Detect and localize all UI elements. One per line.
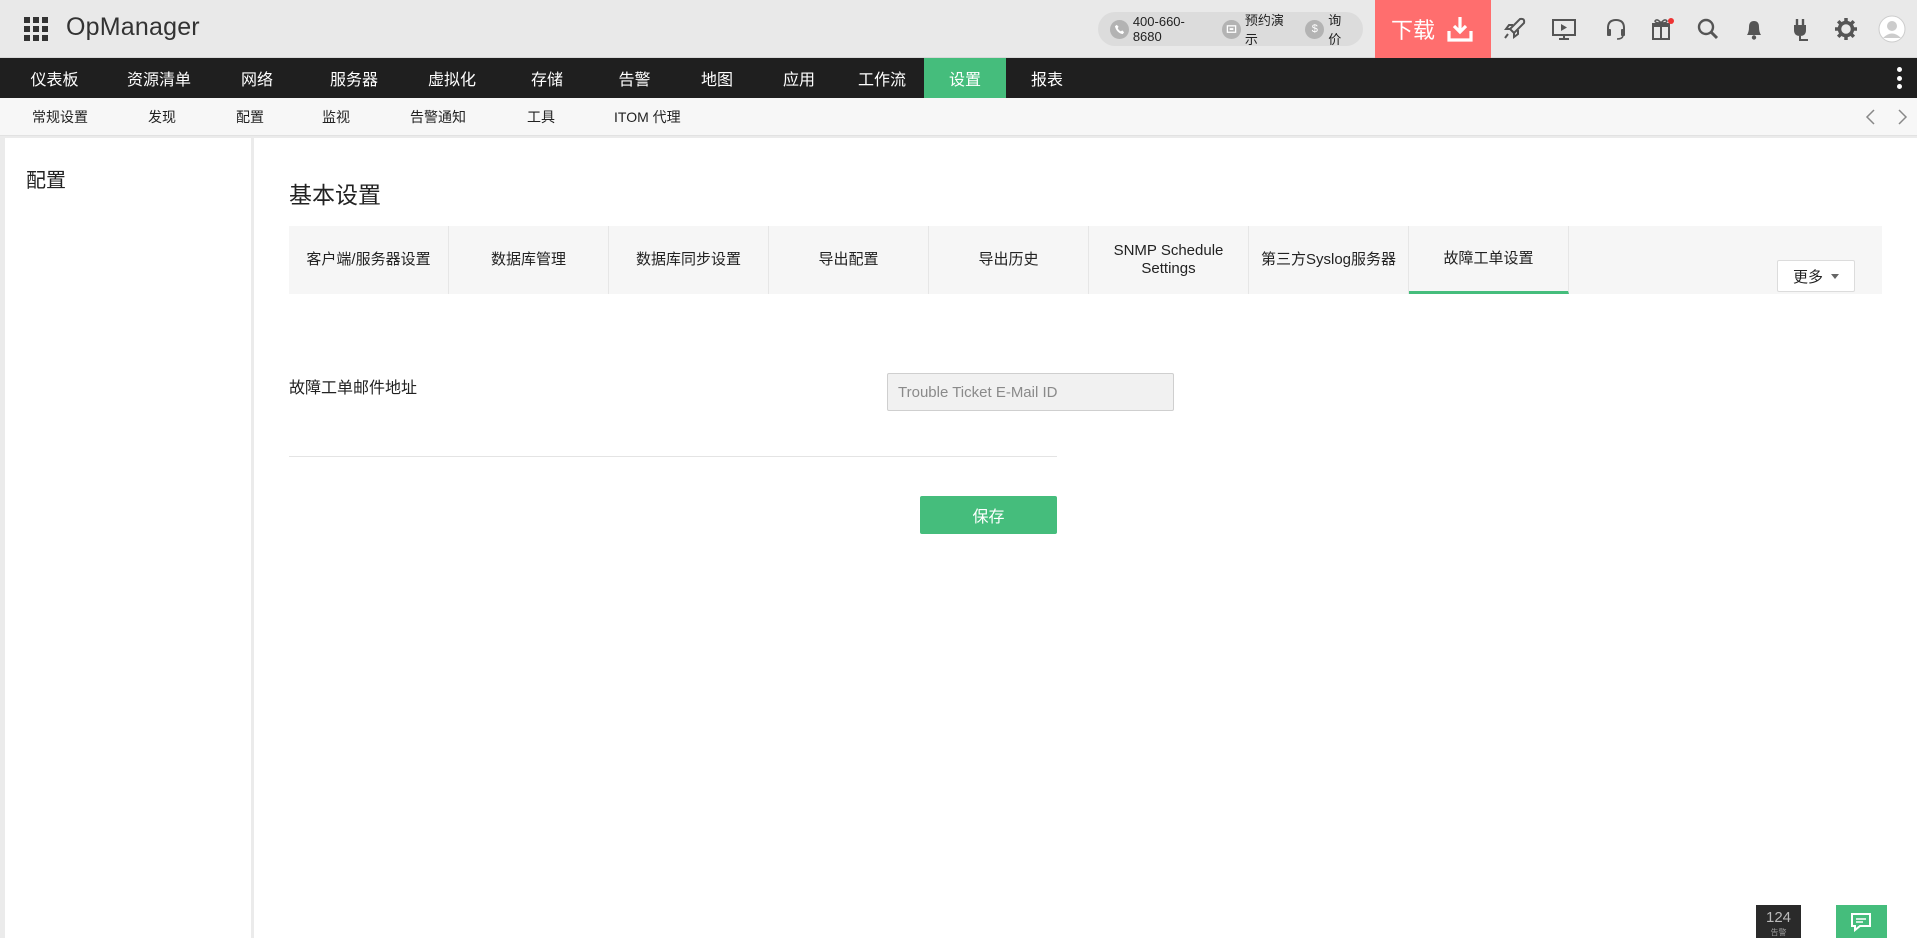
nav-dashboard[interactable]: 仪表板 bbox=[0, 58, 109, 98]
phone-number: 400-660-8680 bbox=[1132, 14, 1185, 44]
tab-snmp-schedule[interactable]: SNMP Schedule Settings bbox=[1089, 226, 1249, 294]
settings-tabs: 客户端/服务器设置 数据库管理 数据库同步设置 导出配置 导出历史 SNMP S… bbox=[289, 226, 1882, 294]
nav-settings[interactable]: 设置 bbox=[924, 58, 1006, 98]
form-divider bbox=[289, 456, 1057, 457]
price-label: 询价 bbox=[1328, 13, 1342, 47]
nav-network[interactable]: 网络 bbox=[209, 58, 305, 98]
subnav-discovery[interactable]: 发现 bbox=[148, 98, 176, 136]
main-navigation: 仪表板 资源清单 网络 服务器 虚拟化 存储 告警 地图 应用 工作流 设置 报… bbox=[0, 58, 1917, 98]
download-icon bbox=[1445, 14, 1475, 44]
user-avatar-icon[interactable] bbox=[1876, 13, 1908, 45]
trouble-ticket-email-label: 故障工单邮件地址 bbox=[289, 380, 418, 397]
tab-database-sync[interactable]: 数据库同步设置 bbox=[609, 226, 769, 294]
side-panel: 配置 bbox=[5, 138, 251, 938]
page-title: 基本设置 bbox=[289, 182, 381, 208]
subnav-monitoring[interactable]: 监视 bbox=[322, 98, 350, 136]
more-label: 更多 bbox=[1792, 268, 1823, 286]
nav-maps[interactable]: 地图 bbox=[676, 58, 758, 98]
nav-virtualization[interactable]: 虚拟化 bbox=[403, 58, 501, 98]
subnav-itom-agent[interactable]: ITOM 代理 bbox=[614, 98, 681, 136]
download-label: 下载 bbox=[1390, 18, 1435, 43]
tab-syslog-servers[interactable]: 第三方Syslog服务器 bbox=[1249, 226, 1409, 294]
demo-icon bbox=[1222, 19, 1241, 39]
demo-link[interactable]: 预约演示 bbox=[1222, 10, 1296, 48]
side-panel-title: 配置 bbox=[26, 170, 66, 192]
subnav-tools[interactable]: 工具 bbox=[527, 98, 555, 136]
gear-icon[interactable] bbox=[1830, 13, 1862, 45]
more-tabs-dropdown[interactable]: 更多 bbox=[1777, 260, 1855, 292]
nav-apps[interactable]: 应用 bbox=[758, 58, 840, 98]
tab-client-server-settings[interactable]: 客户端/服务器设置 bbox=[289, 226, 449, 294]
caret-down-icon bbox=[1831, 273, 1839, 279]
content-panel: 基本设置 客户端/服务器设置 数据库管理 数据库同步设置 导出配置 导出历史 S… bbox=[254, 138, 1917, 938]
tab-export-config[interactable]: 导出配置 bbox=[769, 226, 929, 294]
save-button[interactable]: 保存 bbox=[920, 496, 1057, 534]
search-icon[interactable] bbox=[1692, 13, 1724, 45]
more-vertical-icon[interactable] bbox=[1897, 67, 1903, 89]
chevron-right-icon[interactable] bbox=[1893, 108, 1911, 126]
price-link[interactable]: $ 询价 bbox=[1305, 10, 1354, 48]
brand-logo[interactable]: OpManager bbox=[66, 13, 200, 42]
chevron-left-icon[interactable] bbox=[1862, 108, 1880, 126]
alarm-counter-badge[interactable]: 124 告警 bbox=[1756, 905, 1801, 938]
tab-export-history[interactable]: 导出历史 bbox=[929, 226, 1089, 294]
demo-label: 预约演示 bbox=[1244, 13, 1284, 47]
trouble-ticket-email-input[interactable] bbox=[887, 373, 1174, 411]
phone-link[interactable]: 400-660-8680 bbox=[1110, 14, 1213, 44]
nav-inventory[interactable]: 资源清单 bbox=[109, 58, 209, 98]
presentation-icon[interactable] bbox=[1548, 13, 1580, 45]
tab-trouble-ticket-settings[interactable]: 故障工单设置 bbox=[1409, 226, 1569, 294]
phone-icon bbox=[1110, 19, 1129, 39]
subnav-configuration[interactable]: 配置 bbox=[236, 98, 264, 136]
sub-navigation: 常规设置 发现 配置 监视 告警通知 工具 ITOM 代理 bbox=[0, 98, 1917, 136]
bell-icon[interactable] bbox=[1738, 13, 1770, 45]
nav-workflow[interactable]: 工作流 bbox=[840, 58, 924, 98]
nav-alarms[interactable]: 告警 bbox=[593, 58, 676, 98]
dollar-icon: $ bbox=[1305, 19, 1325, 39]
nav-reports[interactable]: 报表 bbox=[1006, 58, 1088, 98]
chat-button[interactable] bbox=[1836, 905, 1887, 938]
top-header: OpManager 400-660-8680 预约演示 $ 询价 下载 bbox=[0, 0, 1917, 58]
rocket-icon[interactable] bbox=[1498, 13, 1530, 45]
grid-icon[interactable] bbox=[24, 17, 48, 41]
alarm-label: 告警 bbox=[1770, 928, 1787, 937]
nav-storage[interactable]: 存储 bbox=[501, 58, 593, 98]
plug-icon[interactable] bbox=[1784, 13, 1816, 45]
download-button[interactable]: 下载 bbox=[1375, 0, 1491, 58]
gift-icon[interactable] bbox=[1646, 13, 1678, 45]
chat-icon bbox=[1850, 912, 1871, 932]
subnav-general-settings[interactable]: 常规设置 bbox=[32, 98, 88, 136]
tab-database-management[interactable]: 数据库管理 bbox=[449, 226, 609, 294]
contact-pill: 400-660-8680 预约演示 $ 询价 bbox=[1098, 10, 1363, 48]
alarm-count: 124 bbox=[1765, 909, 1792, 926]
nav-servers[interactable]: 服务器 bbox=[305, 58, 403, 98]
subnav-notifications[interactable]: 告警通知 bbox=[410, 98, 466, 136]
headset-icon[interactable] bbox=[1600, 13, 1632, 45]
